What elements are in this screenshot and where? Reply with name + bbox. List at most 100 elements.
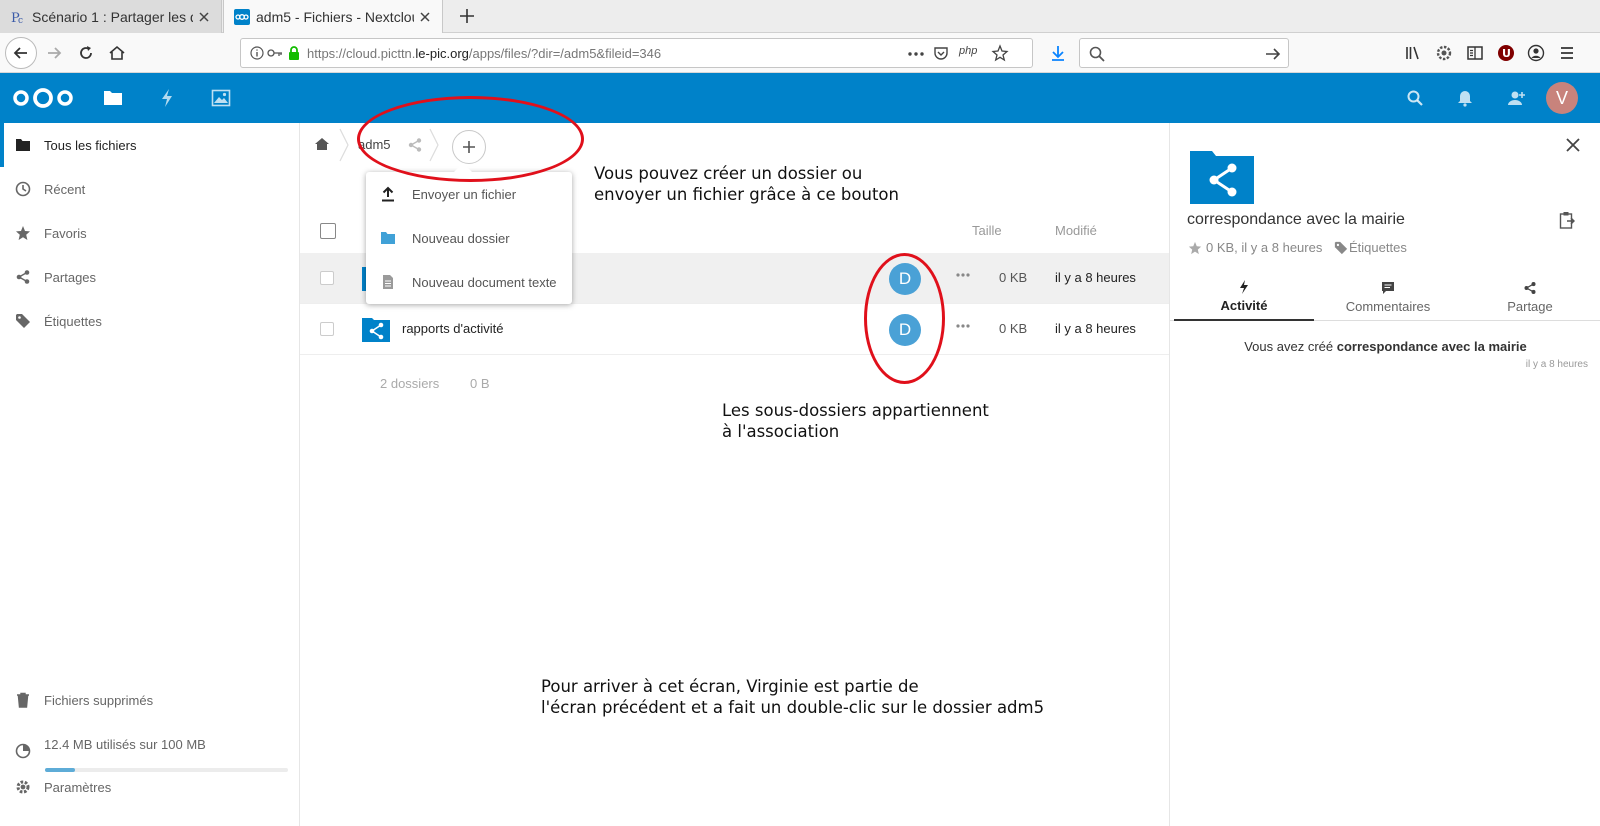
php-badge[interactable]: php [959,45,977,57]
download-icon[interactable] [1046,41,1070,65]
tab-title: adm5 - Fichiers - Nextcloud [256,8,414,25]
sidebar-item-label: Étiquettes [44,313,102,329]
file-size: 0 KB [999,270,1028,285]
sidebar-item-label: Fichiers supprimés [44,692,154,708]
column-modified[interactable]: Modifié [1055,223,1097,238]
user-avatar[interactable]: V [1546,82,1578,114]
sidebar-item-all-files[interactable]: Tous les fichiers [0,123,299,167]
sidebar-item-settings[interactable]: Paramètres [0,765,299,809]
menu-item-new-folder[interactable]: Nouveau dossier [366,216,572,260]
owner-avatar[interactable]: D [889,263,921,295]
annotation-line: Les sous-dossiers appartiennent [722,401,989,420]
details-title: correspondance avec la mairie [1187,211,1405,228]
info-icon[interactable] [250,46,264,60]
browser-tab-scenario[interactable]: Pc Scénario 1 : Partager les docu [0,0,222,33]
sidebar-item-favorites[interactable]: Favoris [0,211,299,255]
column-size[interactable]: Taille [972,223,1002,238]
upload-icon [380,186,396,202]
activity-object[interactable]: correspondance avec la mairie [1337,339,1527,354]
owner-avatar[interactable]: D [889,314,921,346]
quota-text: 12.4 MB utilisés sur 100 MB [44,736,206,752]
more-actions-icon[interactable] [955,323,971,329]
search-icon[interactable] [1403,86,1427,110]
details-tags[interactable]: Étiquettes [1349,240,1407,255]
close-tab-icon[interactable] [197,10,211,24]
share-icon[interactable] [407,137,423,153]
gallery-image-icon[interactable] [209,86,233,110]
file-name[interactable]: rapports d'activité [402,321,503,336]
browser-search-bar[interactable] [1079,38,1289,68]
activity-lightning-icon[interactable] [155,86,179,110]
menu-item-upload-file[interactable]: Envoyer un fichier [366,172,572,216]
breadcrumb-separator [338,123,350,167]
home-icon[interactable] [314,136,330,152]
activity-prefix: Vous avez créé [1244,339,1337,354]
sidebar-item-recent[interactable]: Récent [0,167,299,211]
tag-icon[interactable] [1334,241,1348,255]
table-row[interactable]: rapports d'activité D 0 KB il y a 8 heur… [300,304,1169,355]
breadcrumb-folder[interactable]: adm5 [358,137,391,152]
search-go-icon[interactable] [1264,45,1282,63]
home-icon[interactable] [105,41,129,65]
details-meta: 0 KB, il y a 8 heures [1206,240,1323,255]
extension-gear-icon[interactable] [1432,41,1456,65]
new-menu-popover: Envoyer un fichier Nouveau dossier Nouve… [366,163,572,304]
tab-sharing[interactable]: Partage [1460,273,1600,321]
files-app-folder-icon[interactable] [101,86,125,110]
reader-view-icon[interactable] [1463,41,1487,65]
plus-icon [462,140,476,154]
browser-tab-strip: Pc Scénario 1 : Partager les docu adm5 -… [0,0,1600,33]
clipboard-icon[interactable] [1559,211,1575,229]
key-icon[interactable] [267,47,283,59]
sidebar-item-quota[interactable]: 12.4 MB utilisés sur 100 MB [0,722,299,766]
row-checkbox[interactable] [320,271,334,285]
browser-tab-nextcloud[interactable]: adm5 - Fichiers - Nextcloud [223,0,443,33]
ublock-icon[interactable]: U [1494,41,1518,65]
new-button[interactable] [452,130,486,164]
tab-comments[interactable]: Commentaires [1318,273,1458,321]
annotation-line: Vous pouvez créer un dossier ou [594,164,863,183]
sidebar-item-deleted-files[interactable]: Fichiers supprimés [0,678,299,722]
reload-icon[interactable] [74,41,98,65]
close-icon[interactable] [1565,137,1581,153]
close-tab-icon[interactable] [418,10,432,24]
annotation-line: Pour arriver à cet écran, Virginie est p… [541,677,919,696]
row-checkbox[interactable] [320,322,334,336]
nextcloud-logo-icon[interactable] [12,86,74,110]
notifications-bell-icon[interactable] [1453,86,1477,110]
folder-icon [14,136,32,154]
back-button[interactable] [5,37,37,69]
pocket-icon[interactable] [933,45,949,61]
url-bar[interactable]: https://cloud.picttn.le-pic.org/apps/fil… [240,38,1033,68]
menu-item-new-text-document[interactable]: Nouveau document texte [366,260,572,304]
nextcloud-favicon-icon [234,8,250,25]
file-modified: il y a 8 heures [1055,321,1136,336]
sidebar-item-tags[interactable]: Étiquettes [0,299,299,343]
url-prefix: https://cloud.picttn. [307,46,416,61]
tab-label: Partage [1507,299,1553,314]
sidebar-item-label: Tous les fichiers [44,137,137,153]
sidebar-item-shares[interactable]: Partages [0,255,299,299]
favorite-star-icon[interactable] [1188,241,1202,255]
bookmark-star-icon[interactable] [991,44,1009,62]
sidebar-item-label: Paramètres [44,779,112,795]
library-icon[interactable] [1401,41,1425,65]
gear-icon [14,778,32,796]
annotation-new-button: Vous pouvez créer un dossier ou envoyer … [594,163,899,205]
forward-icon[interactable] [42,41,66,65]
page-actions-icon[interactable] [907,51,925,57]
tab-activity[interactable]: Activité [1174,273,1314,321]
comment-icon [1380,280,1396,296]
file-size: 0 KB [999,321,1028,336]
browser-nav-bar: https://cloud.picttn.le-pic.org/apps/fil… [0,33,1600,73]
account-icon[interactable] [1524,41,1548,65]
details-panel: correspondance avec la mairie 0 KB, il y… [1169,123,1600,826]
select-all-checkbox[interactable] [320,223,336,239]
more-actions-icon[interactable] [955,272,971,278]
contacts-icon[interactable] [1504,86,1528,110]
lock-icon[interactable] [287,45,301,61]
new-tab-icon[interactable] [458,7,476,25]
menu-icon[interactable] [1555,41,1579,65]
folder-icon [380,230,396,246]
tab-label: Commentaires [1345,299,1431,314]
